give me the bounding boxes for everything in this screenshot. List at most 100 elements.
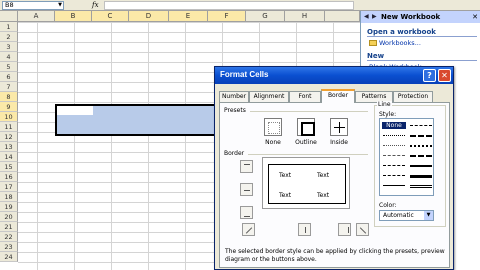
row-header[interactable]: 5 [0,62,18,72]
row-header[interactable]: 12 [0,132,18,142]
line-style-option[interactable] [383,155,405,156]
line-style-none[interactable]: None [382,122,406,129]
row-header[interactable]: 18 [0,192,18,202]
row-header[interactable]: 23 [0,242,18,252]
preset-outline-button[interactable] [297,118,315,136]
row-header[interactable]: 9 [0,102,18,112]
task-pane-title: New Workbook [381,13,441,21]
dialog-title: Format Cells [220,70,269,79]
folder-icon [369,40,377,46]
row-header[interactable]: 3 [0,42,18,52]
border-bottom-button[interactable] [240,206,253,219]
row-header[interactable]: 15 [0,162,18,172]
fx-icon[interactable]: fx [92,0,99,10]
border-tab-panel: Presets None Outline Inside Border Text … [219,101,450,268]
line-style-option[interactable] [410,185,432,188]
new-heading: New [367,52,385,60]
row-header[interactable]: 1 [0,22,18,32]
open-workbook-heading: Open a workbook [367,28,436,36]
column-header[interactable]: C [92,11,129,22]
row-header[interactable]: 21 [0,222,18,232]
name-box[interactable]: B8 ▼ [2,1,64,10]
row-header[interactable]: 16 [0,172,18,182]
line-style-option[interactable] [410,145,432,147]
color-value: Automatic [383,212,414,219]
column-header[interactable]: B [55,11,92,22]
preview-text: Text [317,172,330,179]
row-header[interactable]: 20 [0,212,18,222]
close-button[interactable]: ✕ [438,69,451,82]
help-text: The selected border style can be applied… [225,248,445,263]
color-dropdown[interactable]: Automatic ▼ [379,210,434,221]
row-header[interactable]: 11 [0,122,18,132]
task-pane-titlebar: ◀ ▶ New Workbook ✕ [361,11,480,23]
row-header[interactable]: 8 [0,92,18,102]
line-style-option[interactable] [410,155,432,157]
line-style-option[interactable] [410,175,432,178]
tab-font[interactable]: Font [289,91,321,102]
row-header[interactable]: 13 [0,142,18,152]
preset-none-button[interactable] [264,118,282,136]
line-style-option[interactable] [383,145,405,146]
workbooks-link[interactable]: Workbooks... [369,39,421,47]
line-style-option[interactable] [383,175,405,176]
presets-label: Presets [224,107,246,114]
color-label: Color: [379,202,397,209]
row-header[interactable]: 14 [0,152,18,162]
line-style-option[interactable] [383,165,405,166]
column-header[interactable]: D [129,11,169,22]
column-header[interactable]: F [208,11,246,22]
row-header[interactable]: 17 [0,182,18,192]
border-preview[interactable]: Text Text Text Text [262,157,350,209]
column-header[interactable]: E [169,11,208,22]
dialog-titlebar[interactable]: Format Cells ? ✕ [215,67,453,84]
border-right-button[interactable] [338,223,351,236]
column-header[interactable]: A [18,11,55,22]
row-header[interactable]: 4 [0,52,18,62]
row-header[interactable]: 24 [0,252,18,262]
workbooks-link-label: Workbooks... [379,39,421,47]
tab-border[interactable]: Border [321,89,355,103]
tab-protection[interactable]: Protection [393,91,433,102]
chevron-down-icon[interactable]: ▼ [58,2,62,9]
formula-bar: B8 ▼ fx [0,0,480,11]
border-diagonal-up-button[interactable] [242,223,255,236]
formula-input[interactable] [104,1,354,10]
border-label: Border [224,150,245,157]
line-style-list[interactable]: None [379,118,434,196]
select-all-corner[interactable] [0,11,18,22]
forward-arrow-icon[interactable]: ▶ [372,12,377,21]
close-icon[interactable]: ✕ [472,12,478,22]
line-style-option[interactable] [383,185,405,186]
border-middle-button[interactable] [240,183,253,196]
format-cells-dialog: Format Cells ? ✕ Number Alignment Font B… [214,66,454,270]
column-header[interactable] [325,11,360,22]
column-header[interactable]: G [246,11,285,22]
border-diagonal-down-button[interactable] [356,223,369,236]
help-button[interactable]: ? [423,69,436,82]
line-style-option[interactable] [410,125,432,126]
row-header[interactable]: 22 [0,232,18,242]
border-top-button[interactable] [240,160,253,173]
row-header[interactable]: 7 [0,82,18,92]
chevron-down-icon[interactable]: ▼ [424,211,433,220]
active-cell[interactable] [57,106,93,115]
row-header[interactable]: 2 [0,32,18,42]
line-style-option[interactable] [410,165,432,167]
tab-alignment[interactable]: Alignment [249,91,289,102]
line-style-option[interactable] [410,135,432,137]
back-arrow-icon[interactable]: ◀ [364,12,369,21]
row-header[interactable]: 10 [0,112,18,122]
row-header[interactable]: 19 [0,202,18,212]
name-box-value: B8 [5,1,14,9]
tab-number[interactable]: Number [219,91,249,102]
line-style-option[interactable] [383,135,405,136]
preset-none-label: None [265,139,281,146]
preview-text: Text [279,172,292,179]
column-header[interactable]: H [285,11,325,22]
row-header[interactable]: 6 [0,72,18,82]
preset-inside-button[interactable] [330,118,348,136]
line-group: Line Style: None Color: Automatic ▼ [374,101,446,227]
border-vertical-middle-button[interactable] [298,223,311,236]
divider [367,36,477,37]
